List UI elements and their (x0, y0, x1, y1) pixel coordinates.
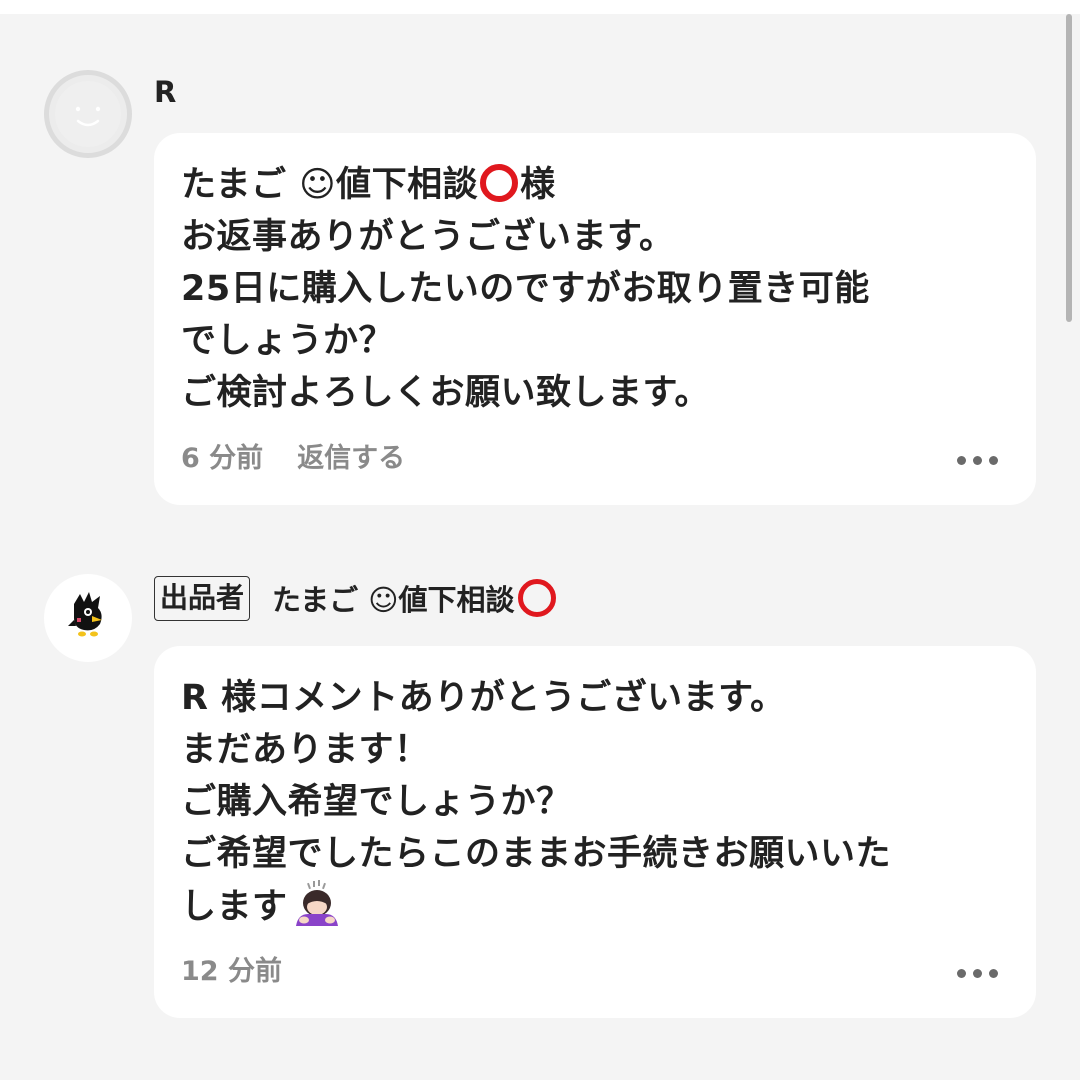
comment-timestamp: 6 分前 (181, 443, 264, 474)
comment-meta: 6 分前 返信する (181, 436, 405, 475)
message-line: お返事ありがとうございます。 (181, 217, 675, 257)
reply-button[interactable]: 返信する (297, 436, 405, 475)
message-line: R 様コメントありがとうございます。 (181, 678, 786, 718)
comment-timestamp: 12 分前 (181, 956, 282, 987)
more-horizontal-icon (957, 969, 966, 978)
black-bird-character-icon (68, 592, 102, 637)
message-line: まだあります！ (181, 730, 430, 770)
author-name[interactable]: R (154, 75, 176, 109)
seller-avatar[interactable] (44, 574, 132, 662)
comment-thread: R たまご ☺値下相談様 お返事ありがとうございます。 25日に購入したいのです… (0, 0, 1080, 1080)
message-line: でしょうか？ (181, 321, 395, 361)
user-avatar[interactable] (44, 70, 132, 158)
scrollbar-thumb[interactable] (1066, 14, 1072, 322)
top-edge (0, 0, 1080, 14)
more-horizontal-icon (973, 969, 982, 978)
more-horizontal-icon (957, 456, 966, 465)
comment-meta: 12 分前 (181, 949, 282, 988)
author-name[interactable]: たまご ☺値下相談 (272, 577, 557, 619)
more-options-button[interactable] (957, 969, 998, 978)
more-horizontal-icon (989, 456, 998, 465)
scrollbar[interactable] (1066, 14, 1072, 1080)
heavy-large-circle-icon (518, 579, 557, 617)
author-row: R (154, 70, 176, 114)
more-horizontal-icon (989, 969, 998, 978)
message-line: ご希望でしたらこのままお手続きお願いいた (181, 834, 892, 874)
message-line: します (181, 880, 1012, 933)
comment-bubble: たまご ☺値下相談様 お返事ありがとうございます。 25日に購入したいのですがお… (154, 133, 1036, 505)
author-row: 出品者 たまご ☺値下相談 (154, 574, 557, 622)
smiley-face-icon (55, 81, 121, 147)
more-options-button[interactable] (957, 456, 998, 465)
person-bowing-emoji (295, 880, 338, 926)
message-line: ご購入希望でしょうか？ (181, 782, 572, 822)
message-line: 25日に購入したいのですがお取り置き可能 (181, 269, 870, 309)
more-horizontal-icon (973, 456, 982, 465)
message-line: ご検討よろしくお願い致します。 (181, 373, 711, 413)
comment-bubble: R 様コメントありがとうございます。 まだあります！ ご購入希望でしょうか？ ご… (154, 646, 1036, 1018)
seller-badge: 出品者 (154, 575, 251, 621)
comment-message: たまご ☺値下相談様 お返事ありがとうございます。 25日に購入したいのですがお… (181, 159, 1012, 419)
heavy-large-circle-icon (480, 164, 519, 202)
comment-message: R 様コメントありがとうございます。 まだあります！ ご購入希望でしょうか？ ご… (181, 672, 1012, 933)
message-line: たまご ☺値下相談様 (181, 164, 556, 205)
